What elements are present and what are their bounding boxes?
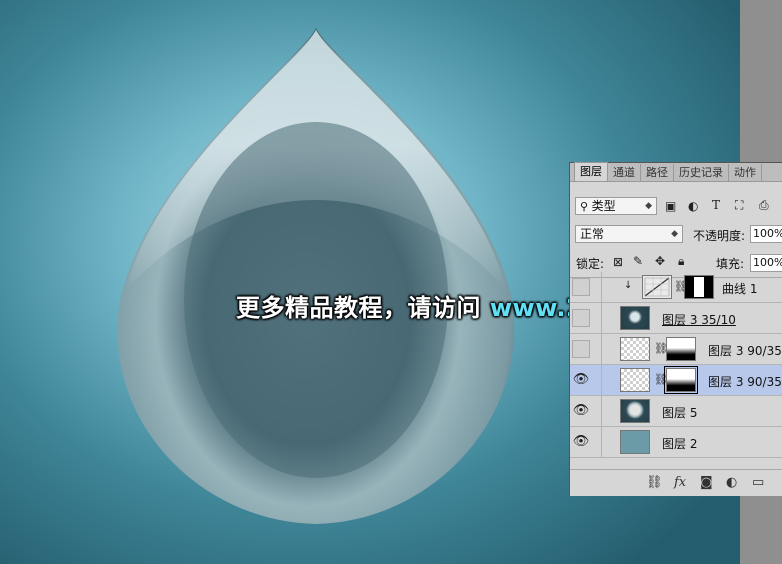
layer-mask-thumbnail[interactable] — [684, 275, 714, 299]
tab-channels[interactable]: 通道 — [608, 164, 641, 181]
layer-mask-thumbnail[interactable] — [666, 337, 696, 361]
type-filter-icon[interactable]: T — [712, 198, 720, 212]
blend-mode-select[interactable]: 正常 ◆ — [575, 225, 683, 243]
shape-filter-icon[interactable]: ⛶ — [735, 198, 743, 213]
adjustment-icon[interactable]: ◐ — [726, 475, 737, 490]
layer-name[interactable]: 图层 3 35/10 — [662, 311, 736, 328]
layer-thumbnail[interactable] — [620, 368, 650, 392]
row-divider — [601, 396, 602, 427]
visibility-toggle[interactable] — [572, 278, 590, 296]
fx-icon[interactable]: fx — [674, 475, 686, 490]
tab-layers[interactable]: 图层 — [574, 162, 608, 181]
layer-name[interactable]: 曲线 1 — [722, 280, 757, 297]
layer-name[interactable]: 图层 5 — [662, 404, 697, 421]
layer-thumbnail[interactable] — [620, 399, 650, 423]
layer-filter-select[interactable]: ⚲ 类型 ◆ — [575, 197, 657, 215]
watermark-cn: 更多精品教程，请访问 — [236, 294, 481, 322]
lock-move-icon[interactable]: ✥ — [655, 254, 665, 268]
chevron-down-icon: ◆ — [671, 229, 678, 239]
opacity-input[interactable]: 100% — [750, 225, 782, 243]
lock-all-icon[interactable]: 🔒︎ — [678, 254, 684, 269]
chevron-down-icon: ◆ — [645, 201, 652, 211]
layer-row-3-90-35[interactable]: 👁︎ ⛓ 图层 3 90/35 — [570, 365, 782, 396]
lock-label: 锁定: — [576, 257, 605, 271]
clip-arrow-icon: ↓ — [624, 280, 633, 291]
layer-mask-thumbnail[interactable] — [664, 366, 698, 394]
layer-thumbnail[interactable] — [620, 430, 650, 454]
search-icon: ⚲ — [580, 200, 592, 213]
adjustment-filter-icon[interactable]: ◐ — [688, 199, 698, 213]
tab-paths[interactable]: 路径 — [641, 164, 674, 181]
opacity-label: 不透明度: — [693, 229, 746, 243]
layer-thumbnail[interactable] — [620, 306, 650, 330]
layer-name[interactable]: 图层 2 — [662, 435, 697, 452]
visibility-toggle[interactable] — [572, 309, 590, 327]
row-divider — [601, 334, 602, 365]
folder-icon[interactable]: ▭ — [752, 475, 764, 490]
smart-object-filter-icon[interactable]: ⎙ — [759, 198, 769, 213]
layer-thumbnail[interactable] — [620, 337, 650, 361]
link-icon[interactable]: ⛓ — [646, 475, 663, 490]
layer-row-2[interactable]: 👁︎ 图层 2 — [570, 427, 782, 458]
layer-row-curves[interactable]: ↓ ⛓ 曲线 1 — [570, 272, 782, 303]
layer-row-3-90-35-copy[interactable]: ⛓ 图层 3 90/35 副 — [570, 334, 782, 365]
lock-transparent-icon[interactable]: ⊠ — [613, 255, 623, 269]
filter-value: 类型 — [591, 199, 616, 213]
visibility-toggle[interactable] — [572, 340, 590, 358]
row-divider — [601, 427, 602, 458]
tab-actions[interactable]: 动作 — [729, 164, 762, 181]
row-divider — [601, 303, 602, 334]
fill-input[interactable]: 100% — [750, 254, 782, 272]
fill-label: 填充: — [716, 257, 745, 271]
lock-brush-icon[interactable]: ✎ — [633, 254, 643, 268]
row-divider — [601, 272, 602, 303]
layer-name[interactable]: 图层 3 90/35 — [708, 373, 782, 390]
curves-adjustment-icon — [642, 275, 672, 299]
image-filter-icon[interactable]: ▣ — [665, 199, 676, 213]
row-divider — [601, 365, 602, 396]
eye-icon[interactable]: 👁︎ — [572, 433, 590, 451]
layers-list: ↓ ⛓ 曲线 1 图层 3 35/10 ⛓ 图层 3 90/35 副 — [570, 272, 782, 468]
layer-row-5[interactable]: 👁︎ 图层 5 — [570, 396, 782, 427]
eye-icon[interactable]: 👁︎ — [572, 371, 590, 389]
eye-icon[interactable]: 👁︎ — [572, 402, 590, 420]
layer-name[interactable]: 图层 3 90/35 副 — [708, 342, 782, 359]
layers-panel: 图层 通道 路径 历史记录 动作 ⚲ 类型 ◆ ▣ ◐ T ⛶ ⎙ 正常 ◆ 不… — [569, 162, 782, 496]
tab-history[interactable]: 历史记录 — [674, 164, 729, 181]
panel-tabs: 图层 通道 路径 历史记录 动作 — [570, 162, 782, 182]
mask-icon[interactable]: ◙ — [700, 475, 713, 490]
panel-footer: ⛓ fx ◙ ◐ ▭ — [570, 469, 782, 496]
layer-row-3-35-10[interactable]: 图层 3 35/10 — [570, 303, 782, 334]
blend-mode-value: 正常 — [580, 227, 605, 241]
